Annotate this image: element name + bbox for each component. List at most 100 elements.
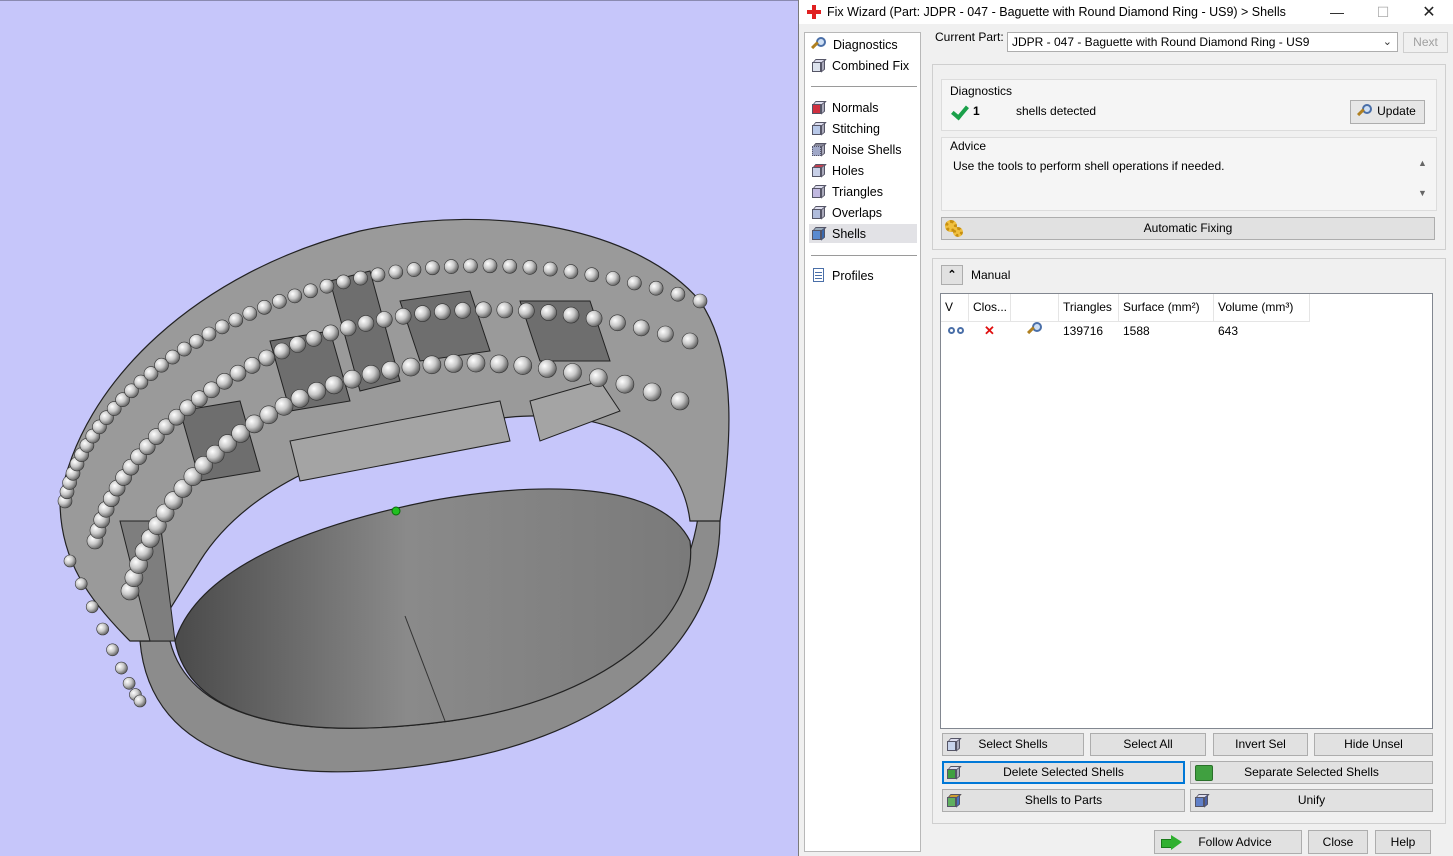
nav-item-label: Holes <box>832 163 864 178</box>
nav-item-diagnostics[interactable]: Diagnostics <box>809 35 917 54</box>
diamond-bead <box>74 577 88 591</box>
automatic-fixing-button[interactable]: Automatic Fixing <box>941 217 1435 240</box>
nav-item-label: Combined Fix <box>832 58 910 73</box>
column-header-inspect[interactable] <box>1011 294 1059 321</box>
select-shells-button[interactable]: Select Shells <box>942 733 1084 756</box>
advice-box: Advice Use the tools to perform shell op… <box>941 137 1437 211</box>
follow-advice-button[interactable]: Follow Advice <box>1154 830 1302 854</box>
shells-cube-icon <box>811 226 827 241</box>
unify-label: Unify <box>1297 793 1326 807</box>
magnifier-icon <box>1357 104 1373 120</box>
diamond-bead <box>177 341 192 357</box>
minimize-button[interactable]: — <box>1314 0 1360 24</box>
diamond-bead <box>401 357 421 377</box>
nav-item-overlaps[interactable]: Overlaps <box>809 203 917 222</box>
nav-item-triangles[interactable]: Triangles <box>809 182 917 201</box>
diamond-bead <box>324 375 344 395</box>
column-header-triangles[interactable]: Triangles <box>1059 294 1119 321</box>
nav-item-profiles[interactable]: Profiles <box>809 266 917 285</box>
diamond-bead <box>342 369 362 389</box>
nav-item-noise-shells[interactable]: Noise Shells <box>809 140 917 159</box>
invert-sel-button[interactable]: Invert Sel <box>1213 733 1308 756</box>
magnifier-icon[interactable] <box>1027 322 1043 338</box>
noise-shells-icon <box>811 142 827 157</box>
diamond-bead <box>434 303 451 321</box>
glasses-icon[interactable] <box>948 323 966 337</box>
diamond-bead <box>229 364 247 382</box>
diagnostics-group: Diagnostics 1 shells detected Update Adv… <box>932 64 1446 250</box>
next-button[interactable]: Next <box>1403 32 1448 53</box>
separate-selected-shells-button[interactable]: Separate Selected Shells <box>1190 761 1433 784</box>
diamond-bead <box>257 299 272 315</box>
title-bar: Fix Wizard (Part: JDPR - 047 - Baguette … <box>799 0 1453 24</box>
advice-text: Use the tools to perform shell operation… <box>953 159 1225 173</box>
diamond-bead <box>489 354 509 374</box>
scroll-down-icon[interactable]: ▼ <box>1418 188 1427 198</box>
column-header-closed[interactable]: Clos... <box>969 294 1011 321</box>
diamond-bead <box>584 267 600 283</box>
help-button[interactable]: Help <box>1375 830 1431 854</box>
nav-item-normals[interactable]: Normals <box>809 98 917 117</box>
column-header-surface[interactable]: Surface (mm²) <box>1119 294 1214 321</box>
scroll-up-icon[interactable]: ▲ <box>1418 158 1427 168</box>
fix-wizard-nav: Diagnostics Combined Fix Normals Stitchi… <box>804 32 921 852</box>
rotation-center-marker <box>391 506 401 516</box>
column-header-volume[interactable]: Volume (mm³) <box>1214 294 1310 321</box>
nav-item-stitching[interactable]: Stitching <box>809 119 917 138</box>
maximize-button[interactable]: ☐ <box>1360 0 1406 24</box>
nav-item-shells[interactable]: Shells <box>809 224 917 243</box>
gears-icon <box>945 220 965 238</box>
select-all-button[interactable]: Select All <box>1090 733 1206 756</box>
document-icon <box>811 268 826 283</box>
diamond-bead <box>632 319 650 337</box>
advice-caption: Advice <box>950 139 987 153</box>
diamond-bead <box>542 261 558 277</box>
diamond-bead <box>370 267 386 283</box>
diamond-bead <box>627 275 642 291</box>
column-header-visible[interactable]: V <box>941 294 969 321</box>
nav-item-label: Triangles <box>832 184 883 199</box>
manual-label: Manual <box>971 268 1011 282</box>
diamond-bead <box>272 294 287 309</box>
close-window-button[interactable]: ✕ <box>1406 0 1452 24</box>
close-button[interactable]: Close <box>1308 830 1368 854</box>
diamond-bead <box>414 305 431 322</box>
fix-wizard-dialog: Fix Wizard (Part: JDPR - 047 - Baguette … <box>798 0 1453 856</box>
diamond-bead <box>681 332 699 350</box>
ring-model[interactable] <box>0 1 798 856</box>
diamond-bead <box>122 676 136 690</box>
update-button-label: Update <box>1377 104 1416 118</box>
diamond-bead <box>388 264 404 280</box>
diamond-bead <box>482 258 498 274</box>
normals-cube-icon <box>811 100 827 115</box>
diamond-bead <box>361 364 381 384</box>
delete-selected-shells-button[interactable]: Delete Selected Shells <box>942 761 1185 784</box>
shells-table[interactable]: V Clos... Triangles Surface (mm²) Volume… <box>940 293 1433 729</box>
volume-cell: 643 <box>1218 324 1239 338</box>
nav-item-combined-fix[interactable]: Combined Fix <box>809 56 917 75</box>
diagnostics-caption: Diagnostics <box>950 84 1013 98</box>
diamond-bead <box>540 304 557 321</box>
green-arrow-icon <box>1161 835 1183 850</box>
follow-advice-label: Follow Advice <box>1198 835 1272 849</box>
current-part-value: JDPR - 047 - Baguette with Round Diamond… <box>1012 35 1310 49</box>
select-shells-label: Select Shells <box>978 737 1048 751</box>
hide-unsel-button[interactable]: Hide Unsel <box>1314 733 1433 756</box>
diamond-bead <box>305 330 323 347</box>
nav-item-holes[interactable]: Holes <box>809 161 917 180</box>
diamond-bead <box>563 363 582 382</box>
shells-to-parts-label: Shells to Parts <box>1024 793 1103 807</box>
3d-viewport[interactable] <box>0 0 798 856</box>
update-button[interactable]: Update <box>1350 100 1425 124</box>
collapse-manual-button[interactable]: ⌃ <box>941 265 963 285</box>
diamond-bead <box>425 260 440 276</box>
diamond-bead <box>258 349 276 367</box>
diamond-bead <box>463 258 478 274</box>
unify-button[interactable]: Unify <box>1190 789 1433 812</box>
diamond-bead <box>307 381 327 401</box>
shells-to-parts-button[interactable]: Shells to Parts <box>942 789 1185 812</box>
diamond-bead <box>319 278 335 294</box>
diamond-bead <box>563 264 579 279</box>
diamond-bead <box>353 270 368 286</box>
current-part-dropdown[interactable]: JDPR - 047 - Baguette with Round Diamond… <box>1007 32 1398 52</box>
